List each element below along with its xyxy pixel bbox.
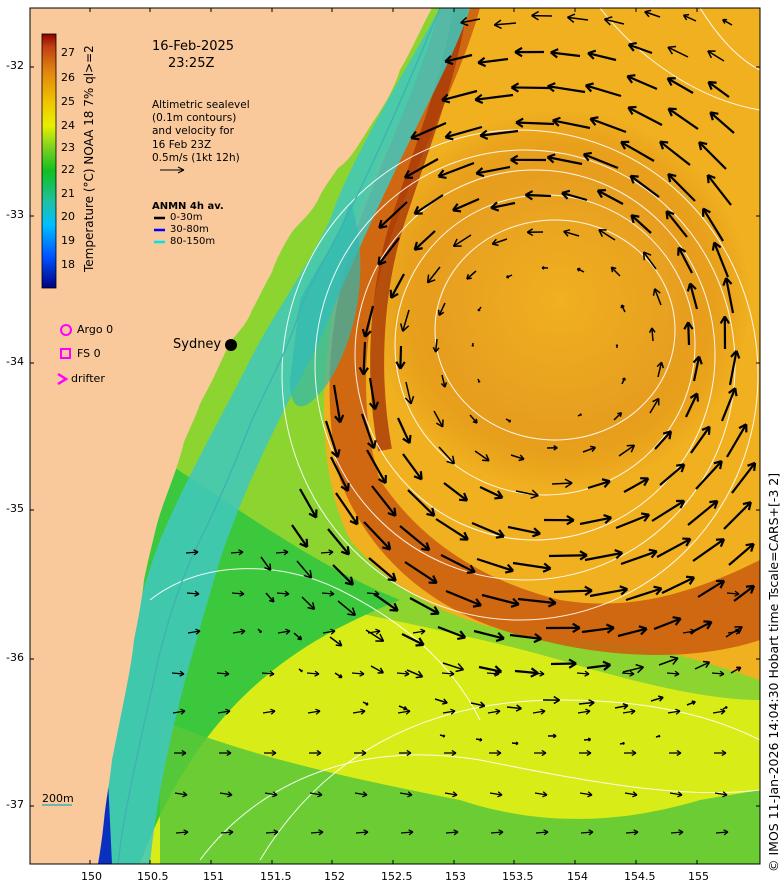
map-time: 23:25Z [168,56,215,71]
cb-tick-27: 27 [61,46,75,59]
x-tick-152.5: 152.5 [381,870,413,883]
velocity-arrow [525,193,552,198]
anmn-item-30-80: 30-80m [170,224,209,235]
cb-tick-23: 23 [61,141,75,154]
velocity-arrow [687,322,691,346]
x-tick-150: 150 [81,870,102,883]
argo-legend-label: Argo 0 [77,323,114,336]
y-tick--32: -32 [6,59,24,72]
fs-legend-label: FS 0 [77,347,101,360]
sydney-marker-icon [225,339,237,351]
x-tick-151.5: 151.5 [260,870,292,883]
isobath-label: 200m [42,792,74,805]
colorbar-title: Temperature (°C) NOAA 18 7% ql>=2 [82,45,96,272]
velocity-arrowhead [471,344,475,347]
x-tick-153.5: 153.5 [502,870,534,883]
y-tick--34: -34 [6,355,24,368]
cb-tick-25: 25 [61,95,75,108]
velocity-arrow [515,121,555,126]
anmn-item-0-30: 0-30m [170,212,203,223]
velocity-arrowhead [658,734,661,738]
anmn-item-80-150: 80-150m [170,236,216,247]
x-tick-154: 154 [567,870,588,883]
y-tick--35: -35 [6,502,24,515]
velocity-arrowhead [615,344,619,347]
velocity-arrow [548,554,588,558]
velocity-arrow [399,345,403,369]
x-tick-155: 155 [688,870,709,883]
velocity-arrow [553,589,593,594]
x-tick-152: 152 [324,870,345,883]
cb-tick-18: 18 [61,258,75,271]
cb-tick-24: 24 [61,119,75,132]
y-tick--33: -33 [6,208,24,221]
drifter-legend-label: drifter [71,372,105,385]
anmn-title: ANMN 4h av. [152,201,224,212]
sydney-label: Sydney [173,337,222,352]
velocity-arrow [511,86,550,90]
map-date: 16-Feb-2025 [152,39,235,54]
cb-tick-22: 22 [61,163,75,176]
map-plot-area [30,8,760,864]
velocity-arrow [362,341,367,375]
x-tick-150.5: 150.5 [137,870,169,883]
altimetry-note: Altimetric sealevel (0.1m contours) and … [152,99,250,164]
y-tick--37: -37 [6,798,24,811]
sst-map-figure: 16-Feb-2025 23:25Z Altimetric sealevel (… [0,0,780,890]
cb-tick-19: 19 [61,234,75,247]
velocity-arrow [551,482,573,485]
y-tick--36: -36 [6,651,24,664]
map-canvas [29,7,761,865]
colorbar [41,33,57,289]
credit-text: © IMOS 11-Jan-2026 14:04:30 Hobart time … [766,472,780,872]
x-tick-153: 153 [445,870,466,883]
x-tick-151: 151 [203,870,224,883]
cb-tick-26: 26 [61,71,75,84]
eddy-core [370,110,750,490]
cb-tick-20: 20 [61,210,75,223]
cb-tick-21: 21 [61,187,75,200]
x-tick-154.5: 154.5 [624,870,656,883]
